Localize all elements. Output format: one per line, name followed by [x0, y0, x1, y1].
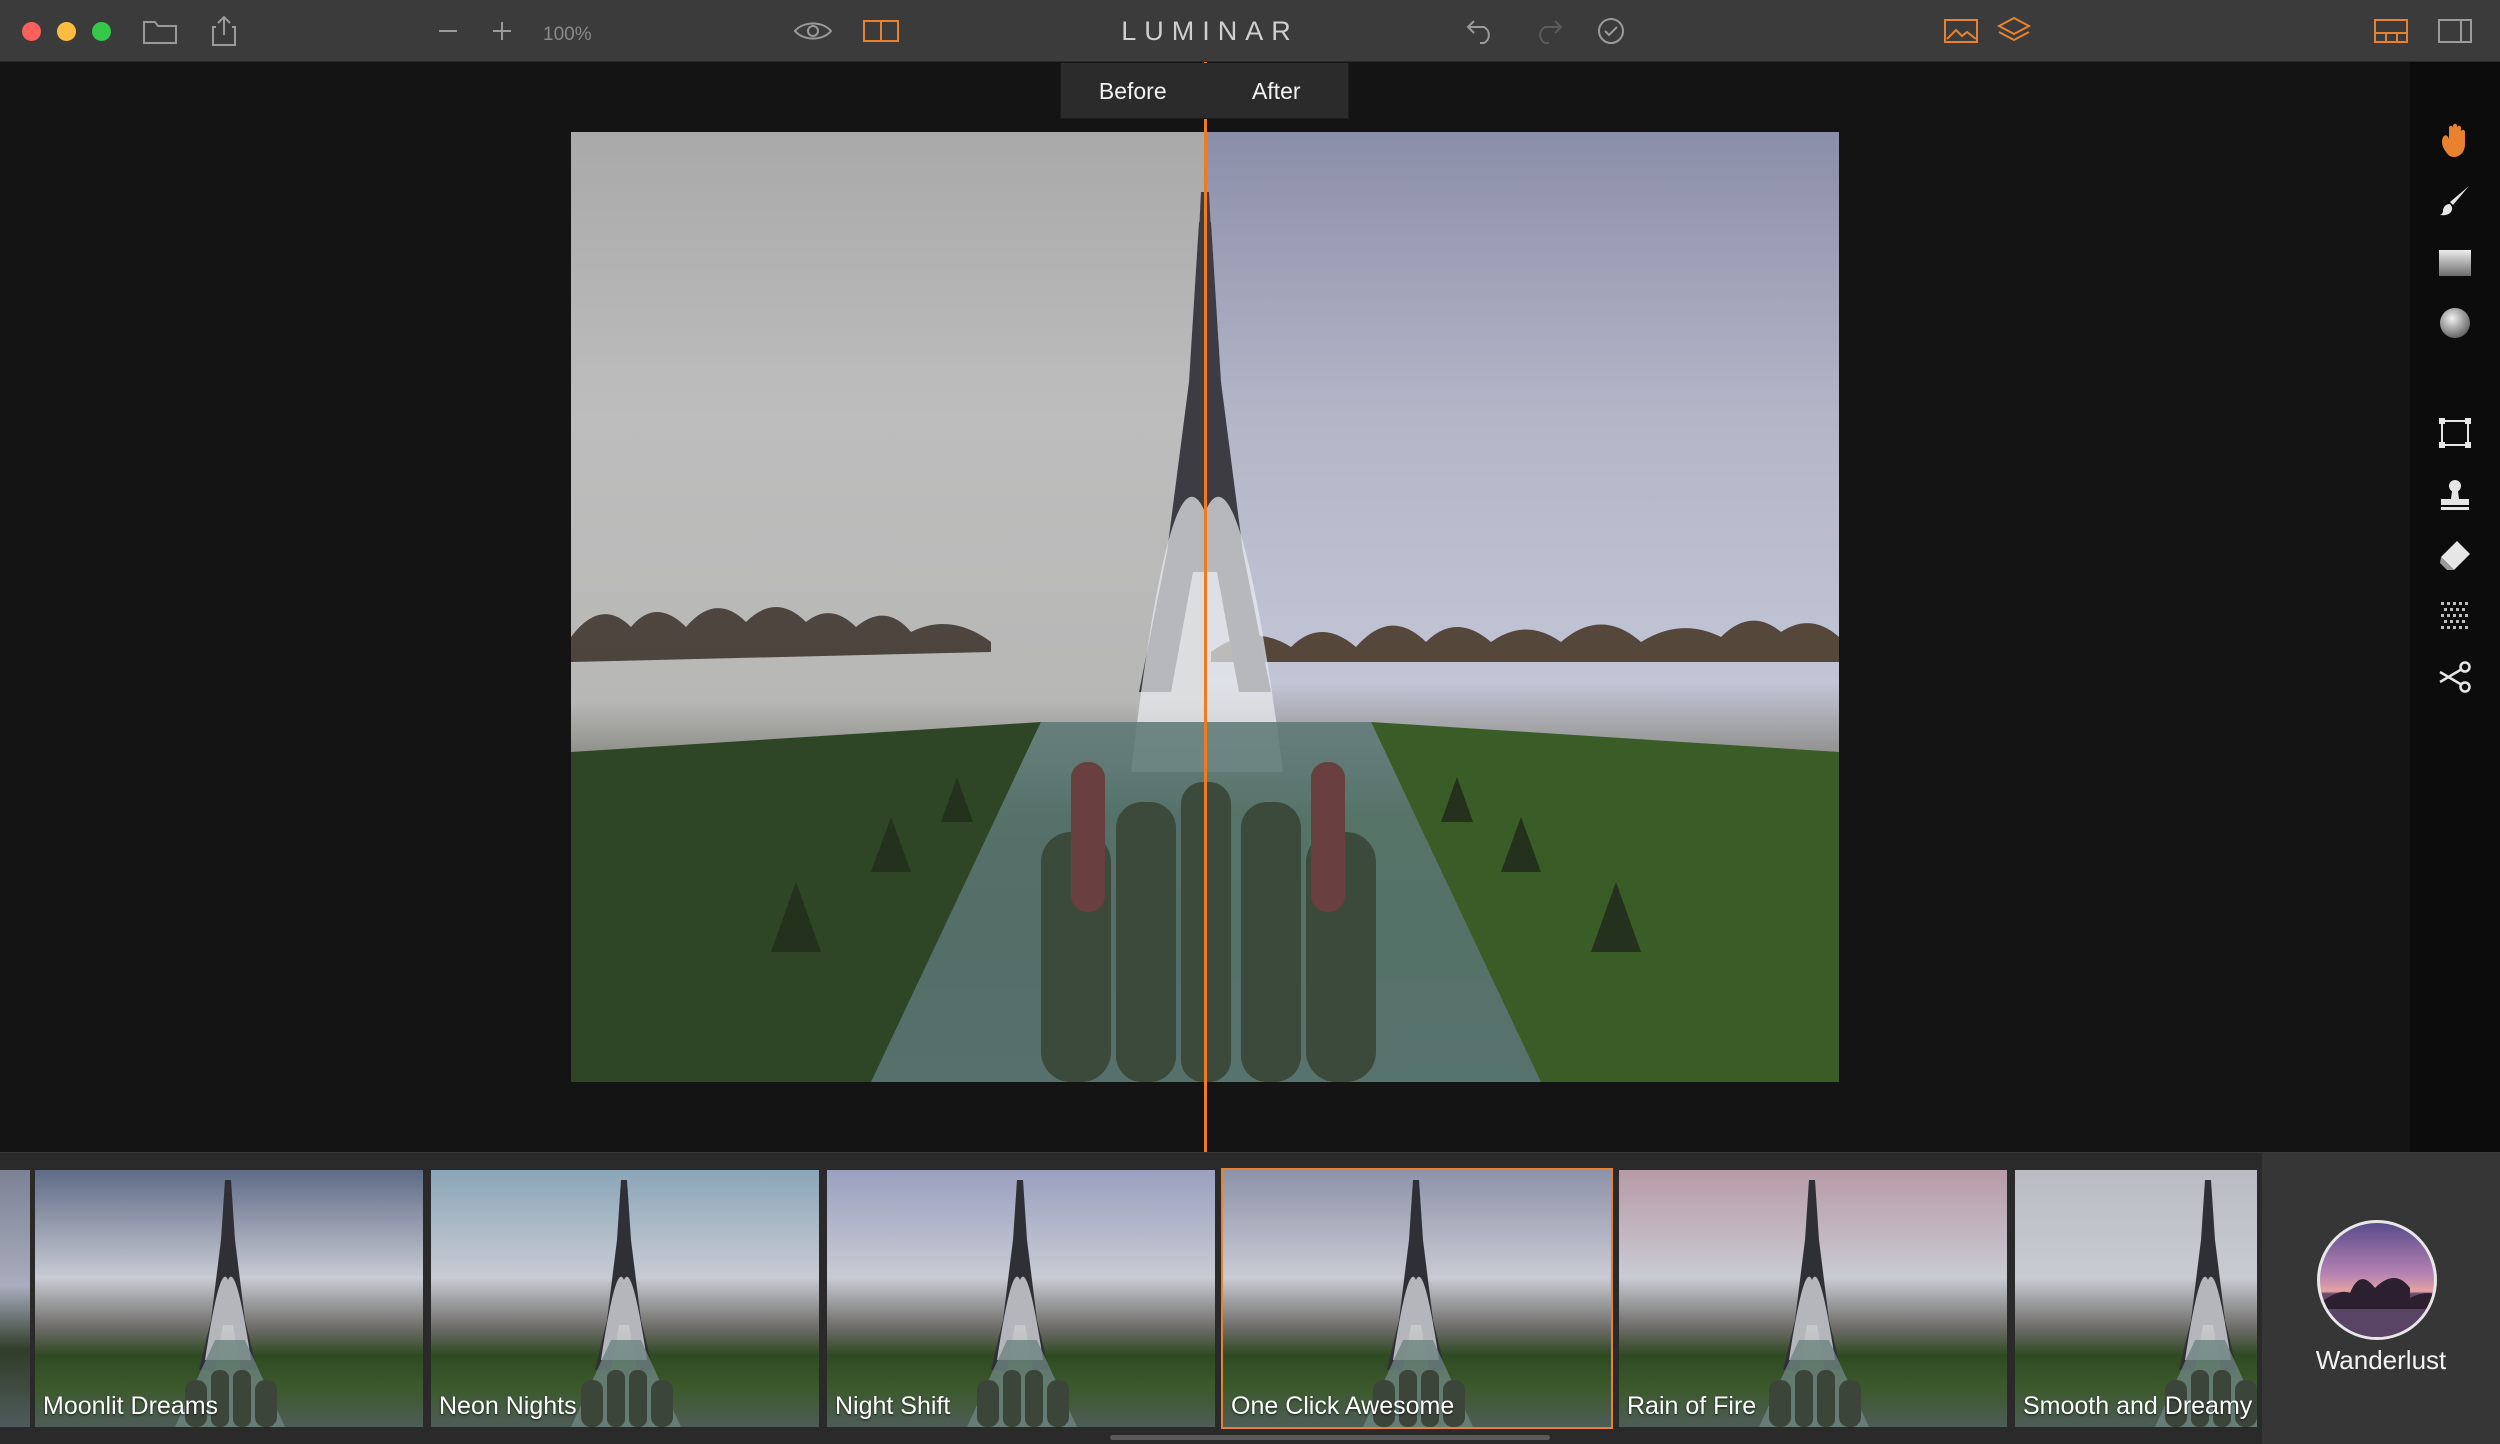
crop-icon[interactable]	[2432, 410, 2478, 456]
radial-icon[interactable]	[2432, 300, 2478, 346]
preset-thumb[interactable]: One Click Awesome	[1221, 1168, 1613, 1429]
luminar-window: 100% LUMINAR Before After Moonlit Dreams…	[0, 0, 2500, 1444]
app-title: LUMINAR	[1121, 16, 1299, 46]
minimize-window-button[interactable]	[57, 22, 76, 41]
preset-label: One Click Awesome	[1231, 1392, 1455, 1420]
noise-icon[interactable]	[2432, 593, 2478, 639]
preset-label: Neon Nights	[439, 1392, 577, 1420]
preset-thumb[interactable]: Neon Nights	[431, 1170, 819, 1427]
preset-thumb[interactable]: Moonlit Dreams	[35, 1170, 423, 1427]
filmstrip-scrollbar[interactable]	[1110, 1435, 1550, 1440]
filmstrip-layout-icon[interactable]	[2372, 14, 2410, 48]
preset-label: Smooth and Dreamy	[2023, 1392, 2253, 1420]
close-window-button[interactable]	[22, 22, 41, 41]
sidebar-icon[interactable]	[2436, 14, 2474, 48]
preset-thumb[interactable]: Night Shift	[827, 1170, 1215, 1427]
preset-thumb-scene	[2155, 1180, 2257, 1427]
category-label: Wanderlust	[2315, 1345, 2447, 1375]
undo-icon[interactable]	[1463, 14, 1499, 48]
title-bar: 100% LUMINAR	[0, 0, 2500, 62]
compare-icon[interactable]	[861, 14, 901, 48]
compare-split-handle[interactable]	[1204, 62, 1207, 1152]
preset-thumb-scene	[571, 1180, 681, 1427]
category-avatar	[2317, 1220, 2437, 1340]
presets-icon[interactable]	[1942, 14, 1980, 48]
after-label[interactable]: After	[1205, 63, 1349, 118]
preset-label: Moonlit Dreams	[43, 1392, 219, 1420]
preset-thumb-scene	[1759, 1180, 1869, 1427]
before-after-toggle: Before After	[1060, 63, 1349, 119]
preset-thumb-scene	[1363, 1180, 1473, 1427]
cut-icon[interactable]	[2432, 654, 2478, 700]
preset-label: Rain of Fire	[1627, 1392, 1757, 1420]
gradient-icon[interactable]	[2432, 240, 2478, 286]
zoom-out-icon[interactable]	[433, 14, 463, 48]
preset-label: Night Shift	[835, 1392, 951, 1420]
preset-thumb[interactable]: Smooth and Dreamy	[2015, 1170, 2257, 1427]
preset-thumb-scene	[967, 1180, 1077, 1427]
preset-thumb-scene	[175, 1180, 285, 1427]
preset-thumb[interactable]: Rain of Fire	[1619, 1170, 2007, 1427]
before-label[interactable]: Before	[1061, 63, 1205, 118]
brush-icon[interactable]	[2432, 178, 2478, 224]
preset-thumb-partial[interactable]	[0, 1170, 30, 1427]
presets-filmstrip: Moonlit Dreams Neon Nights Night Shift One …	[0, 1152, 2500, 1444]
folder-icon[interactable]	[140, 14, 180, 48]
maximize-window-button[interactable]	[92, 22, 111, 41]
preset-category[interactable]: Wanderlust	[2262, 1153, 2500, 1444]
redo-icon[interactable]	[1530, 14, 1566, 48]
clone-stamp-icon[interactable]	[2432, 472, 2478, 518]
history-icon[interactable]	[1594, 14, 1628, 48]
hand-icon[interactable]	[2432, 118, 2478, 164]
share-icon[interactable]	[206, 14, 242, 48]
zoom-level[interactable]: 100%	[543, 24, 592, 46]
eye-icon[interactable]	[792, 14, 834, 48]
zoom-in-icon[interactable]	[487, 14, 517, 48]
erase-icon[interactable]	[2432, 532, 2478, 578]
layers-icon[interactable]	[1995, 14, 2033, 48]
